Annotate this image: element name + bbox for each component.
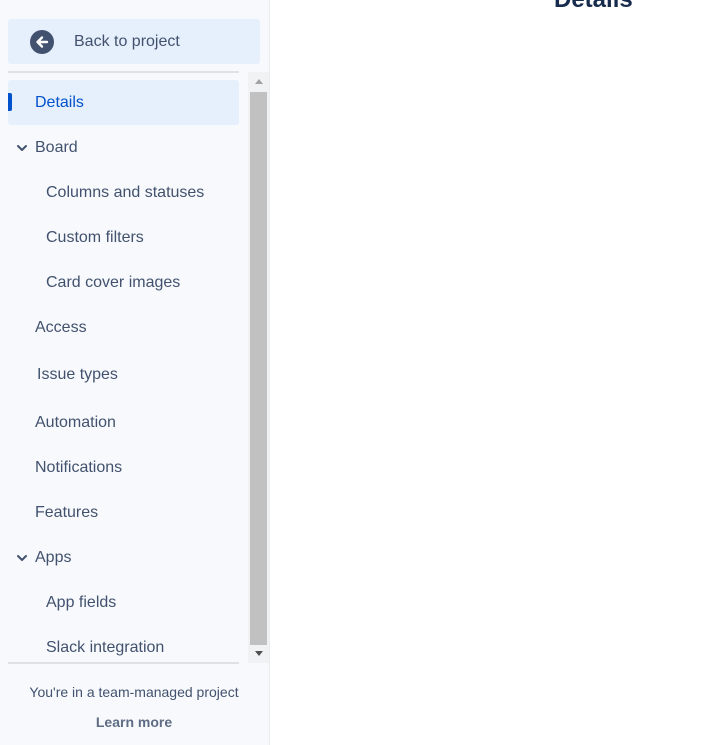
sidebar-item-custom-filters[interactable]: Custom filters bbox=[8, 215, 239, 260]
sidebar-scrollbar[interactable] bbox=[248, 72, 269, 663]
team-managed-project-note: You're in a team-managed project bbox=[29, 684, 239, 700]
sidebar-item-label: Columns and statuses bbox=[46, 184, 205, 201]
sidebar-item-label: Board bbox=[35, 139, 78, 156]
sidebar-item-notifications[interactable]: Notifications bbox=[8, 445, 239, 490]
sidebar-item-label: Notifications bbox=[35, 459, 123, 476]
sidebar-item-access[interactable]: Access bbox=[8, 305, 239, 350]
sidebar-item-apps[interactable]: Apps bbox=[8, 535, 239, 580]
back-to-project-button[interactable]: Back to project bbox=[8, 19, 260, 64]
sidebar-item-card-cover-images[interactable]: Card cover images bbox=[8, 260, 239, 305]
sidebar-item-label: Slack integration bbox=[46, 639, 165, 656]
project-settings-sidebar: Back to project Details Board Columns an… bbox=[0, 0, 270, 745]
sidebar-item-label: Issue types bbox=[37, 366, 118, 383]
sidebar-item-label: Features bbox=[35, 504, 99, 521]
learn-more-link[interactable]: Learn more bbox=[8, 714, 260, 730]
sidebar-item-board[interactable]: Board bbox=[8, 125, 239, 170]
scrollbar-thumb[interactable] bbox=[250, 92, 267, 645]
scroll-up-arrow-icon[interactable] bbox=[248, 72, 269, 90]
selected-indicator bbox=[8, 93, 12, 111]
sidebar-item-label: Custom filters bbox=[46, 229, 144, 246]
arrow-left-circle-icon bbox=[30, 30, 54, 54]
sidebar-item-columns-and-statuses[interactable]: Columns and statuses bbox=[8, 170, 239, 215]
sidebar-item-issue-types[interactable]: Issue types bbox=[8, 352, 239, 397]
back-to-project-label: Back to project bbox=[74, 33, 180, 50]
sidebar-item-label: Apps bbox=[35, 549, 72, 566]
sidebar-item-features[interactable]: Features bbox=[8, 490, 239, 535]
scroll-down-arrow-icon[interactable] bbox=[248, 645, 269, 663]
sidebar-item-label: Automation bbox=[35, 414, 116, 431]
sidebar-item-label: Access bbox=[35, 319, 87, 336]
sidebar-item-label: App fields bbox=[46, 594, 117, 611]
sidebar-item-details[interactable]: Details bbox=[8, 80, 239, 125]
chevron-down-icon bbox=[16, 141, 28, 153]
sidebar-item-label: Card cover images bbox=[46, 274, 181, 291]
sidebar-item-label: Details bbox=[35, 94, 84, 111]
sidebar-item-app-fields[interactable]: App fields bbox=[8, 580, 239, 625]
page-title: Details bbox=[554, 0, 633, 14]
chevron-down-icon bbox=[16, 551, 28, 563]
sidebar-item-automation[interactable]: Automation bbox=[8, 400, 239, 445]
divider bbox=[8, 662, 239, 664]
sidebar-item-slack-integration[interactable]: Slack integration bbox=[8, 625, 239, 662]
divider bbox=[8, 71, 239, 73]
